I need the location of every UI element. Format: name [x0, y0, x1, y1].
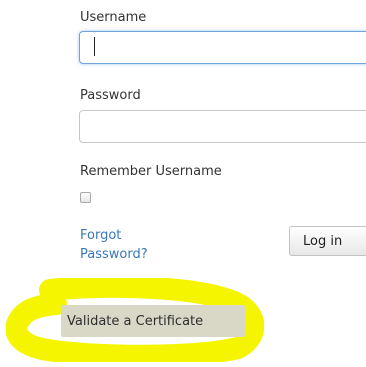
username-input[interactable] [79, 31, 366, 64]
validate-certificate-button[interactable]: Validate a Certificate [61, 305, 245, 337]
remember-username-checkbox[interactable] [80, 192, 91, 203]
username-label: Username [80, 10, 147, 25]
text-caret [94, 37, 95, 56]
password-input[interactable] [79, 110, 366, 143]
login-button[interactable]: Log in [289, 226, 366, 256]
forgot-password-link[interactable]: Forgot Password? [80, 226, 180, 264]
password-label: Password [80, 88, 141, 103]
remember-username-label: Remember Username [80, 164, 222, 179]
